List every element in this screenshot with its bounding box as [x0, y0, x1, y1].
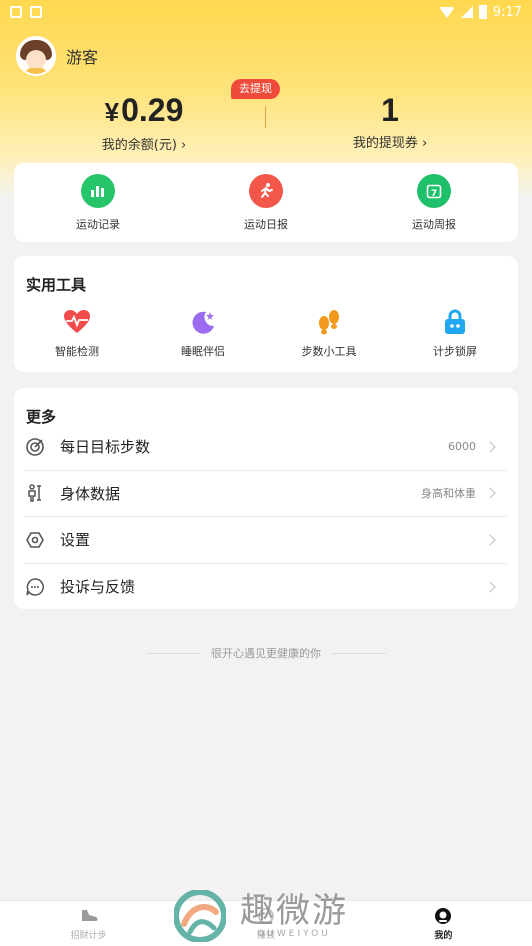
notification-icon — [10, 6, 22, 18]
tab-mine[interactable]: 我的 — [355, 901, 532, 946]
balance-value: 0.29 — [121, 92, 184, 128]
voucher-label[interactable]: 我的提现券 › — [290, 132, 490, 151]
stat-divider — [265, 106, 266, 128]
step-widget-label: 步数小工具 — [301, 345, 357, 358]
currency-symbol: ¥ — [104, 97, 120, 127]
feedback-row[interactable]: 投诉与反馈 — [24, 564, 508, 611]
sport-weekly-button[interactable]: 7 运动周报 — [374, 173, 494, 232]
chevron-right-icon — [484, 534, 496, 546]
daily-goal-row[interactable]: 每日目标步数 6000 — [24, 424, 508, 471]
balance-label[interactable]: 我的余额(元) › — [44, 134, 244, 153]
sport-record-label: 运动记录 — [76, 217, 120, 231]
battery-icon — [478, 5, 487, 19]
body-data-row[interactable]: 身体数据 身高和体重 — [24, 471, 508, 517]
watermark-logo-icon — [174, 890, 226, 942]
watermark: 趣微游 QUWEIYOU — [174, 888, 364, 944]
settings-label: 设置 — [60, 531, 91, 550]
divider — [331, 652, 386, 654]
more-card: 更多 每日目标步数 6000 身体数据 身高和体重 设置 投诉与反馈 — [14, 388, 518, 609]
more-list: 每日目标步数 6000 身体数据 身高和体重 设置 投诉与反馈 — [14, 424, 518, 610]
runner-icon — [249, 173, 283, 208]
sleep-companion-button[interactable]: 睡眠伴侣 — [148, 308, 258, 359]
body-data-value: 身高和体重 — [421, 487, 476, 501]
watermark-text: 趣微游 — [240, 891, 348, 931]
step-widget-button[interactable]: 步数小工具 — [274, 308, 384, 359]
signal-icon — [460, 6, 473, 18]
tab-step-earn[interactable]: 招财计步 — [0, 901, 177, 946]
avatar[interactable] — [16, 36, 56, 76]
wifi-icon — [438, 6, 455, 18]
profile-icon — [433, 907, 453, 925]
tab-step-earn-label: 招财计步 — [70, 930, 107, 941]
chevron-right-icon — [484, 487, 496, 499]
settings-row[interactable]: 设置 — [24, 517, 508, 564]
heart-pulse-icon — [63, 308, 91, 336]
sport-daily-button[interactable]: 运动日报 — [206, 173, 326, 232]
step-lockscreen-label: 计步锁屏 — [433, 345, 477, 358]
tools-title: 实用工具 — [26, 276, 87, 294]
status-time: 9:17 — [492, 4, 522, 20]
daily-goal-label: 每日目标步数 — [60, 438, 151, 457]
svg-text:7: 7 — [431, 189, 437, 199]
footprints-icon — [315, 308, 343, 336]
smart-detect-button[interactable]: 智能检测 — [22, 308, 132, 359]
daily-goal-value: 6000 — [448, 440, 476, 454]
bar-chart-icon — [81, 173, 115, 208]
sport-weekly-label: 运动周报 — [412, 217, 456, 231]
tools-card: 实用工具 智能检测 睡眠伴侣 步数小工具 计步锁屏 — [14, 256, 518, 372]
notification-icon — [30, 6, 42, 18]
footer-note: 很开心遇见更健康的你 — [0, 645, 532, 661]
voucher-stat[interactable]: 1 我的提现券 › — [290, 92, 490, 151]
body-data-icon — [24, 482, 46, 504]
balance-stat[interactable]: ¥0.29 我的余额(元) › — [44, 92, 244, 153]
calendar-7-icon: 7 — [417, 173, 451, 208]
sleep-companion-label: 睡眠伴侣 — [181, 345, 225, 358]
target-icon — [24, 436, 46, 458]
settings-icon — [24, 529, 46, 551]
moon-icon — [189, 308, 217, 336]
body-data-label: 身体数据 — [60, 484, 121, 503]
chat-icon — [24, 576, 46, 598]
step-lockscreen-button[interactable]: 计步锁屏 — [400, 308, 510, 359]
footer-note-text: 很开心遇见更健康的你 — [211, 647, 321, 660]
tab-mine-label: 我的 — [434, 930, 453, 941]
lock-icon — [441, 308, 469, 336]
sport-card: 运动记录 运动日报 7 运动周报 — [14, 163, 518, 242]
divider — [146, 652, 201, 654]
chevron-right-icon — [484, 441, 496, 453]
status-bar: 9:17 — [0, 0, 532, 24]
shoe-icon — [79, 907, 99, 925]
username: 游客 — [66, 48, 99, 67]
smart-detect-label: 智能检测 — [55, 345, 99, 358]
feedback-label: 投诉与反馈 — [60, 578, 136, 597]
user-profile[interactable]: 游客 — [16, 36, 98, 76]
chevron-right-icon — [484, 581, 496, 593]
sport-record-button[interactable]: 运动记录 — [38, 173, 158, 232]
sport-daily-label: 运动日报 — [244, 217, 288, 231]
voucher-value: 1 — [381, 92, 399, 128]
